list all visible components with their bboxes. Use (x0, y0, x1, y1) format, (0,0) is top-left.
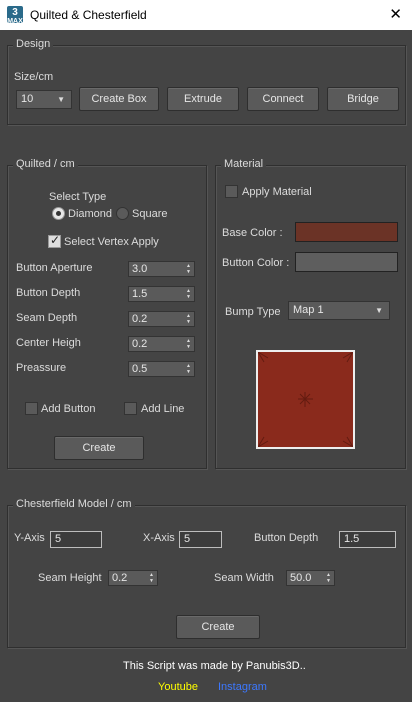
seam-width-spinner[interactable]: 50.0 ▲ ▼ (286, 570, 335, 586)
chesterfield-button-depth-input[interactable]: 1.5 (339, 531, 396, 548)
y-axis-label: Y-Axis (14, 532, 45, 544)
connect-button[interactable]: Connect (247, 87, 319, 111)
chesterfield-group-label: Chesterfield Model / cm (13, 498, 135, 510)
window-title: Quilted & Chesterfield (30, 8, 147, 22)
seam-height-spinner[interactable]: 0.2 ▲ ▼ (108, 570, 158, 586)
spinner-arrows-icon[interactable]: ▲ ▼ (325, 572, 332, 584)
button-depth-label: Button Depth (16, 287, 81, 299)
center-height-label: Center Heigh (16, 337, 81, 349)
seam-height-label: Seam Height (38, 572, 102, 584)
create-box-button[interactable]: Create Box (79, 87, 159, 111)
apply-material-checkbox[interactable] (225, 185, 238, 198)
button-color-swatch[interactable] (295, 252, 398, 272)
close-icon[interactable]: ✕ (389, 5, 402, 23)
chevron-down-icon: ▼ (375, 306, 383, 315)
instagram-link[interactable]: Instagram (218, 681, 267, 693)
seam-width-label: Seam Width (214, 572, 274, 584)
select-type-label: Select Type (49, 191, 107, 203)
spinner-arrows-icon[interactable]: ▲ ▼ (185, 313, 192, 325)
design-group: Design Size/cm 10 ▼ Create Box Extrude C… (7, 38, 406, 125)
add-line-checkbox[interactable] (124, 402, 137, 415)
y-axis-input[interactable]: 5 (50, 531, 102, 548)
seam-depth-label: Seam Depth (16, 312, 78, 324)
quilted-texture-preview-icon (257, 351, 354, 448)
add-button-checkbox[interactable] (25, 402, 38, 415)
credit-text: This Script was made by Panubis3D.. (123, 660, 306, 672)
preassure-spinner[interactable]: 0.5 ▲ ▼ (128, 361, 195, 377)
button-depth-spinner[interactable]: 1.5 ▲ ▼ (128, 286, 195, 302)
select-vertex-checkbox[interactable]: ✓ (48, 233, 61, 248)
preassure-label: Preassure (16, 362, 67, 374)
youtube-link[interactable]: Youtube (158, 681, 198, 693)
radio-diamond[interactable] (52, 207, 65, 220)
add-button-label: Add Button (41, 403, 96, 415)
material-group: Material Apply Material Base Color : But… (215, 158, 406, 469)
base-color-label: Base Color : (222, 227, 283, 239)
spinner-arrows-icon[interactable]: ▲ ▼ (185, 363, 192, 375)
material-group-label: Material (221, 158, 267, 170)
quilted-group: Quilted / cm Select Type Diamond Square … (7, 158, 207, 469)
chevron-down-icon: ▼ (57, 95, 65, 104)
radio-square[interactable] (116, 207, 129, 220)
extrude-button[interactable]: Extrude (167, 87, 239, 111)
spinner-arrows-icon[interactable]: ▲ ▼ (185, 263, 192, 275)
button-aperture-spinner[interactable]: 3.0 ▲ ▼ (128, 261, 195, 277)
button-color-label: Button Color : (222, 257, 290, 269)
select-vertex-label: Select Vertex Apply (64, 236, 159, 248)
radio-square-label[interactable]: Square (132, 208, 167, 220)
quilted-create-button[interactable]: Create (54, 436, 144, 460)
bump-type-value: Map 1 (293, 304, 324, 316)
quilted-group-label: Quilted / cm (13, 158, 78, 170)
x-axis-label: X-Axis (143, 532, 175, 544)
center-height-spinner[interactable]: 0.2 ▲ ▼ (128, 336, 195, 352)
design-group-label: Design (13, 38, 54, 50)
base-color-swatch[interactable] (295, 222, 398, 242)
spinner-arrows-icon[interactable]: ▲ ▼ (148, 572, 155, 584)
app-icon: 3 MAX (7, 6, 23, 25)
spinner-arrows-icon[interactable]: ▲ ▼ (185, 338, 192, 350)
checkmark-icon: ✓ (50, 233, 61, 247)
bridge-button[interactable]: Bridge (327, 87, 399, 111)
x-axis-input[interactable]: 5 (179, 531, 222, 548)
material-preview (256, 350, 355, 449)
seam-depth-spinner[interactable]: 0.2 ▲ ▼ (128, 311, 195, 327)
title-bar: 3 MAX Quilted & Chesterfield ✕ (0, 0, 412, 30)
apply-material-label: Apply Material (242, 186, 312, 198)
button-aperture-label: Button Aperture (16, 262, 93, 274)
size-label: Size/cm (14, 71, 54, 83)
bump-type-dropdown[interactable]: Map 1 ▼ (288, 301, 390, 320)
chesterfield-create-button[interactable]: Create (176, 615, 260, 639)
size-value: 10 (21, 93, 34, 105)
bump-type-label: Bump Type (225, 306, 281, 318)
size-dropdown[interactable]: 10 ▼ (16, 90, 72, 109)
chesterfield-group: Chesterfield Model / cm Y-Axis 5 X-Axis … (7, 498, 406, 648)
spinner-arrows-icon[interactable]: ▲ ▼ (185, 288, 192, 300)
chesterfield-button-depth-label: Button Depth (254, 532, 319, 544)
add-line-label: Add Line (141, 403, 185, 415)
radio-diamond-label[interactable]: Diamond (68, 208, 112, 220)
